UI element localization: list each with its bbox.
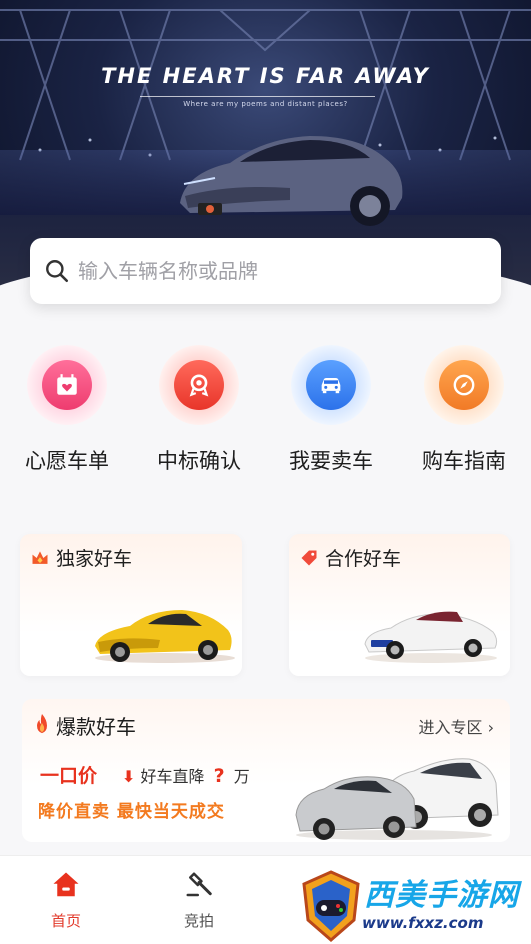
search-icon (46, 260, 69, 283)
crown-icon (32, 550, 48, 564)
sports-car-image (180, 136, 403, 226)
home-screen: THE HEART IS FAR AWAY Where are my poems… (0, 0, 531, 944)
fixed-price-label: 一口价 (40, 765, 98, 787)
tab-auction-label: 竞拍 (183, 912, 214, 930)
tab-home-label: 首页 (50, 912, 81, 930)
price-drop-unit: 万 (233, 767, 250, 786)
price-drop-text: ⬇ 好车直降 ? 万 (122, 763, 250, 787)
tag-icon (301, 550, 317, 565)
yellow-sports-car-image (95, 610, 235, 663)
exclusive-cars-card[interactable]: 独家好车 (20, 534, 242, 676)
exclusive-cars-title: 独家好车 (56, 548, 133, 570)
partner-cars-title: 合作好车 (325, 548, 402, 570)
search-bar[interactable] (30, 238, 501, 304)
search-input[interactable] (78, 259, 478, 283)
fire-icon (37, 714, 47, 734)
wishlist-calendar-heart-icon (57, 374, 77, 395)
tab-auction[interactable]: 竞拍 (154, 870, 244, 931)
watermark-text: 西美手游网 (364, 878, 519, 913)
price-drop-amount: ? (213, 765, 225, 787)
hero-subtitle: Where are my poems and distant places? (183, 100, 348, 108)
home-icon (53, 872, 79, 897)
quick-sell-car-label: 我要卖车 (289, 449, 373, 473)
arrow-down-icon: ⬇ (122, 767, 136, 786)
tab-home[interactable]: 首页 (21, 870, 111, 931)
car-icon (321, 378, 341, 394)
auction-hammer-icon (186, 872, 212, 897)
price-drop-label: 好车直降 (140, 767, 205, 786)
hot-cars-title: 爆款好车 (56, 715, 136, 739)
quick-bid-confirm-label: 中标确认 (157, 449, 241, 473)
enter-zone-link[interactable]: 进入专区 › (419, 714, 495, 738)
quick-actions: 心愿车单 中标确认 我要卖车 购车指南 (0, 345, 531, 485)
hero-divider (140, 96, 375, 97)
suv-cars-image (295, 758, 499, 840)
quick-wishlist-label: 心愿车单 (25, 449, 109, 473)
quick-sell-car[interactable]: 我要卖车 (271, 345, 391, 475)
watermark-url: www.fxxz.com (362, 914, 484, 932)
quick-buying-guide-label: 购车指南 (422, 449, 506, 473)
quick-bid-confirm[interactable]: 中标确认 (139, 345, 259, 475)
partner-cars-card[interactable]: 合作好车 (289, 534, 510, 676)
hero-title: THE HEART IS FAR AWAY (101, 64, 430, 88)
hot-cars-slogan: 降价直卖 最快当天成交 (38, 802, 225, 822)
quick-wishlist[interactable]: 心愿车单 (7, 345, 127, 475)
compass-icon (453, 374, 475, 396)
award-ribbon-icon (189, 374, 209, 397)
hot-cars-section[interactable]: 爆款好车 进入专区 › 一口价 ⬇ 好车直降 ? 万 降价直卖 最快当天成交 (22, 699, 510, 842)
quick-buying-guide[interactable]: 购车指南 (404, 345, 524, 475)
white-convertible-car-image (364, 611, 498, 663)
gamepad-shield-logo (302, 870, 360, 942)
site-watermark: 西美手游网 www.fxxz.com (300, 868, 531, 944)
